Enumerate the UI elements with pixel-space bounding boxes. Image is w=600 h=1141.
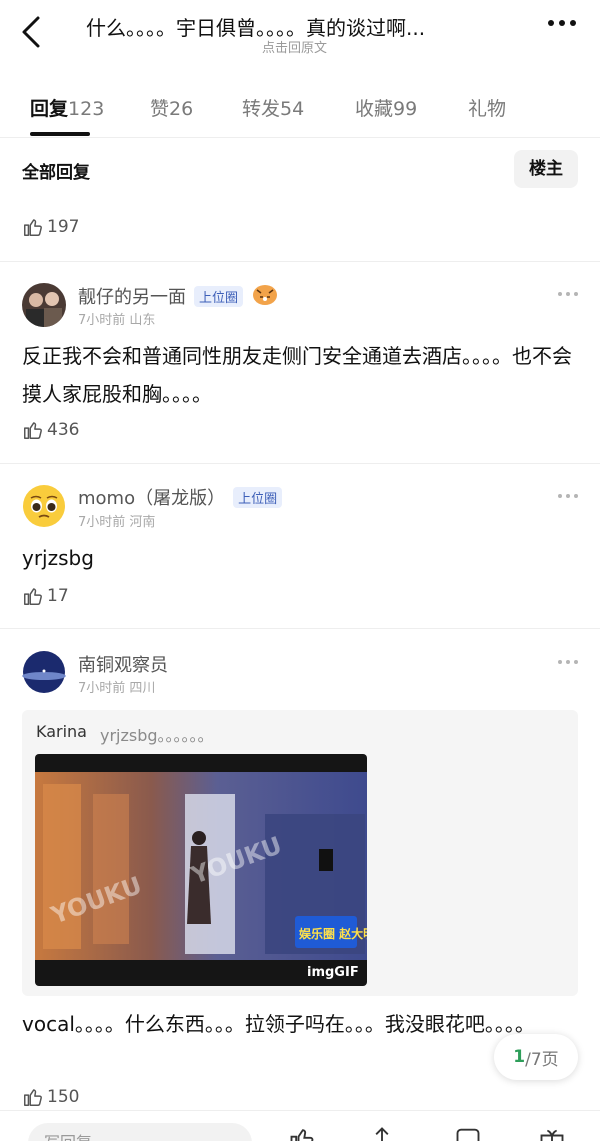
comment-more-icon[interactable] — [558, 660, 578, 664]
like-count: 150 — [47, 1087, 80, 1107]
back-icon[interactable] — [18, 14, 46, 50]
tiger-emoji-icon — [251, 282, 279, 310]
username[interactable]: momo（屠龙版） — [78, 484, 225, 510]
current-page: 1 — [513, 1047, 526, 1067]
thumb-up-icon[interactable] — [288, 1125, 316, 1141]
section-title: 全部回复 — [22, 163, 90, 183]
share-icon[interactable] — [368, 1125, 396, 1141]
like-button[interactable]: 17 — [22, 585, 69, 607]
comment-meta: 7小时前 四川 — [78, 681, 156, 696]
tab-replies[interactable]: 回复123 — [30, 94, 104, 121]
tab-favorites[interactable]: 收藏99 — [355, 94, 417, 121]
divider — [0, 463, 600, 464]
like-button[interactable]: 436 — [22, 419, 79, 441]
avatar[interactable] — [22, 283, 66, 327]
gift-icon[interactable] — [538, 1125, 566, 1141]
thumb-up-icon — [24, 1089, 42, 1106]
gif-caption: 娱乐圈 赵大明白 — [299, 926, 367, 941]
tab-indicator — [30, 132, 90, 136]
comment-text: 反正我不会和普通同性朋友走侧门安全通道去酒店。。。。也不会摸人家屁股和胸。。。。 — [22, 344, 572, 406]
avatar[interactable] — [22, 484, 66, 528]
tab-gifts[interactable]: 礼物 — [468, 94, 506, 121]
reply-input[interactable]: 写回复 — [28, 1123, 252, 1141]
comment-header: momo（屠龙版） 上位圈 — [78, 484, 283, 510]
comment-header: 靓仔的另一面 上位圈 — [78, 282, 279, 310]
avatar[interactable] — [22, 650, 66, 694]
quote-author[interactable]: Karina — [36, 722, 87, 741]
comment-text: yrjzsbg — [22, 546, 94, 570]
tab-likes[interactable]: 赞26 — [150, 94, 193, 121]
top-bar: 什么。。。。宇日俱曾。。。。真的谈过啊... 点击回原文 — [0, 0, 600, 62]
tab-reposts[interactable]: 转发54 — [242, 94, 304, 121]
gif-image[interactable]: YOUKU YOUKU 娱乐圈 赵大明白 imgGIF — [35, 754, 367, 986]
username[interactable]: 靓仔的另一面 — [78, 283, 186, 309]
thumb-up-icon — [24, 219, 42, 236]
more-icon[interactable] — [548, 20, 576, 26]
comment-meta: 7小时前 河南 — [78, 515, 156, 530]
comment-more-icon[interactable] — [558, 292, 578, 296]
comment-text: vocal。。。。什么东西。。。拉领子吗在。。。我没眼花吧。。。。 — [22, 1012, 535, 1036]
username[interactable]: 南铜观察员 — [78, 651, 168, 677]
thumb-up-icon — [24, 422, 42, 439]
comment-more-icon[interactable] — [558, 494, 578, 498]
truncated-comment-text — [22, 190, 422, 200]
quoted-reply[interactable]: Karina yrjzsbg。。。。。。 YOUKU YOUKU 娱乐圈 赵大 … — [22, 710, 578, 996]
status-badge[interactable]: 上位圈 — [233, 486, 283, 508]
like-button[interactable]: 150 — [22, 1086, 79, 1108]
back-to-original-link[interactable]: 点击回原文 — [262, 37, 327, 56]
comment-meta: 7小时前 山东 — [78, 313, 156, 328]
like-button[interactable]: 197 — [22, 216, 79, 238]
comment-icon[interactable] — [454, 1125, 482, 1141]
status-badge[interactable]: 上位圈 — [194, 285, 244, 307]
total-pages: /7页 — [525, 1049, 559, 1070]
bottom-action-bar: 写回复 — [0, 1110, 600, 1141]
like-count: 436 — [47, 420, 80, 440]
like-count: 17 — [47, 586, 69, 606]
quote-text: yrjzsbg。。。。。。 — [100, 726, 214, 745]
tab-bar: 回复123 赞26 转发54 收藏99 礼物 — [0, 84, 600, 138]
page-indicator-button[interactable]: 1/7页 — [494, 1034, 578, 1080]
comment-header: 南铜观察员 — [78, 651, 168, 677]
divider — [0, 628, 600, 629]
like-count: 197 — [47, 217, 80, 237]
gif-tag: imgGIF — [307, 965, 359, 980]
owner-only-button[interactable]: 楼主 — [514, 150, 578, 188]
divider — [0, 261, 600, 262]
thumb-up-icon — [24, 588, 42, 605]
